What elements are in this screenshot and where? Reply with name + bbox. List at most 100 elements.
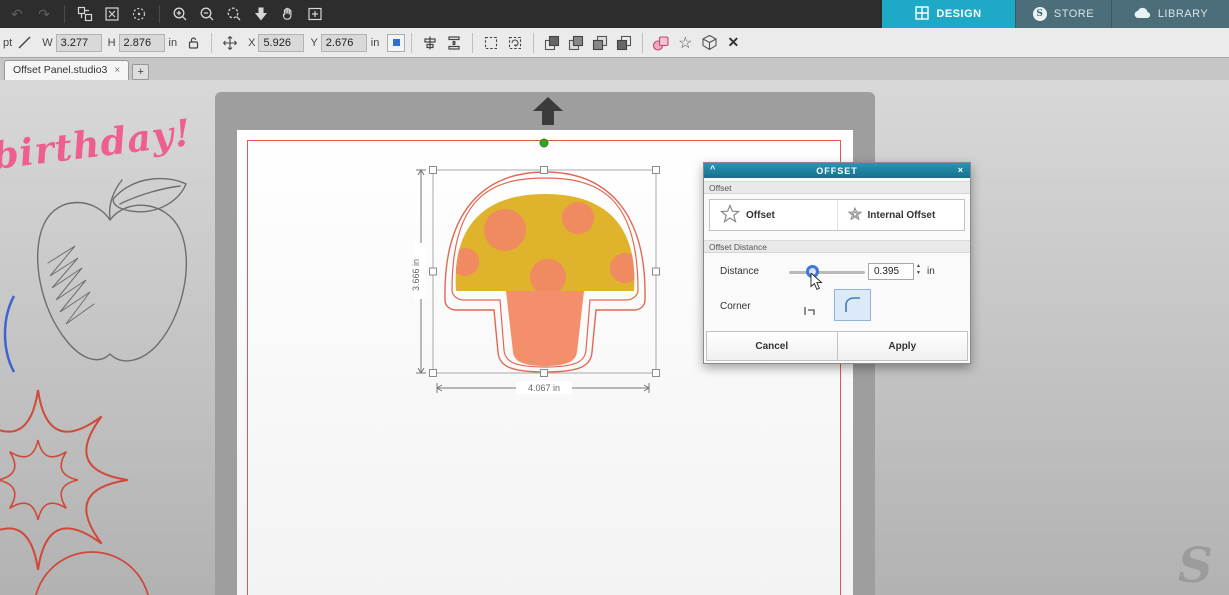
height-input[interactable]: 2.876 (118, 33, 165, 52)
new-document-tab-button[interactable]: + (132, 64, 150, 80)
transfer-properties-icon[interactable] (73, 2, 97, 26)
rotate-frame-icon[interactable] (503, 31, 527, 55)
tab-library-label: LIBRARY (1157, 8, 1209, 20)
offset-type-row: Offset Internal Offset (709, 199, 965, 231)
spinner-up-icon[interactable]: ▲ (916, 263, 921, 269)
zoom-out-icon[interactable] (195, 2, 219, 26)
distance-unit-label: in (927, 266, 935, 277)
spinner-down-icon[interactable]: ▼ (916, 270, 921, 276)
offset-button[interactable]: Offset (710, 200, 837, 230)
corner-round-button[interactable] (834, 289, 871, 321)
separator (411, 32, 413, 53)
send-backward-icon[interactable] (588, 31, 612, 55)
tab-library[interactable]: LIBRARY (1111, 0, 1229, 28)
circle-sketch-artwork[interactable] (22, 538, 162, 595)
apply-button[interactable]: Apply (837, 331, 968, 361)
separator (472, 32, 474, 53)
send-to-back-icon[interactable] (612, 31, 636, 55)
distance-slider-track[interactable] (789, 271, 865, 274)
offset-button-label: Offset (746, 209, 775, 221)
separator (533, 32, 535, 53)
panel-collapse-icon[interactable]: ^ (710, 164, 716, 174)
offset-distance-section-header: Offset Distance (704, 240, 970, 253)
zoom-selection-icon[interactable] (222, 2, 246, 26)
tab-store[interactable]: S STORE (1015, 0, 1111, 28)
document-tab-strip: Offset Panel.studio3 × + (0, 58, 1229, 80)
bring-forward-icon[interactable] (564, 31, 588, 55)
fit-to-page-icon[interactable] (303, 2, 327, 26)
offset-section-header: Offset (704, 181, 970, 194)
internal-offset-star-icon (847, 206, 862, 224)
top-toolbar-left: ↶ ↷ (0, 0, 882, 28)
separator (159, 5, 160, 23)
design-canvas[interactable]: birthday! 3.666 in 4.067 in ^ OFFSET × O… (0, 80, 1229, 595)
bring-to-front-icon[interactable] (540, 31, 564, 55)
offset-panel-header[interactable]: ^ OFFSET × (704, 163, 970, 178)
offset-panel: ^ OFFSET × Offset Offset Internal Offset… (703, 162, 971, 364)
document-tab-label: Offset Panel.studio3 (13, 64, 108, 76)
internal-offset-button[interactable]: Internal Offset (838, 200, 965, 230)
transform-frame-icon[interactable] (479, 31, 503, 55)
x-label: X (248, 36, 256, 49)
distance-value-input[interactable]: 0.395 (868, 263, 914, 280)
design-grid-icon (915, 5, 930, 23)
offset-star-icon (719, 203, 741, 227)
xy-unit-label: in (370, 36, 380, 49)
store-ball-icon: S (1032, 7, 1047, 21)
line-style-icon[interactable] (12, 31, 36, 55)
corner-label: Corner (720, 301, 751, 312)
height-label: H (107, 36, 116, 49)
distance-spinner[interactable]: ▲ ▼ (916, 263, 921, 276)
blue-sketch-artwork[interactable] (0, 292, 16, 376)
y-label: Y (310, 36, 318, 49)
quick-access-toolbar: pt W 3.277 H 2.876 in X 5.926 Y 2.676 in (0, 28, 1229, 58)
y-input[interactable]: 2.676 (320, 33, 367, 52)
separator (211, 32, 213, 53)
redo-icon[interactable]: ↷ (32, 2, 56, 26)
document-tab-close-icon[interactable]: × (114, 65, 120, 76)
selection-overlay: 3.666 in 4.067 in (411, 138, 660, 394)
pt-label: pt (3, 36, 13, 49)
internal-offset-button-label: Internal Offset (867, 209, 936, 221)
width-dim-label: 4.067 in (528, 383, 560, 393)
document-tab[interactable]: Offset Panel.studio3 × (4, 60, 130, 80)
weld-icon[interactable] (649, 31, 673, 55)
separator (642, 32, 644, 53)
panel-action-row: Cancel Apply (706, 331, 968, 361)
mouse-cursor (810, 271, 826, 296)
mushroom-artwork[interactable] (451, 194, 640, 366)
offset-panel-title: OFFSET (816, 165, 858, 176)
top-toolbar-right: DESIGN S STORE LIBRARY (882, 0, 1229, 28)
tab-store-label: STORE (1053, 8, 1095, 20)
distribute-icon[interactable] (442, 31, 466, 55)
panel-close-icon[interactable]: × (958, 165, 964, 175)
apple-sketch-artwork[interactable] (18, 168, 208, 383)
silhouette-studio-app: ↶ ↷ DESIGN S STORE LIBRARY pt W 3.277 H … (0, 0, 1229, 595)
x-input[interactable]: 5.926 (258, 33, 305, 52)
drag-zoom-icon[interactable] (249, 2, 273, 26)
position-anchor-button[interactable] (387, 33, 406, 52)
rotation-handle[interactable] (539, 138, 549, 148)
height-dim-label: 3.666 in (411, 259, 421, 291)
delete-icon[interactable]: ✕ (721, 31, 745, 55)
separator (64, 5, 65, 23)
top-toolbar: ↶ ↷ DESIGN S STORE LIBRARY (0, 0, 1229, 28)
tab-design-label: DESIGN (936, 8, 982, 20)
tab-design[interactable]: DESIGN (882, 0, 1015, 28)
offset-star-icon[interactable]: ☆ (673, 31, 697, 55)
clear-properties-icon[interactable] (100, 2, 124, 26)
select-same-icon[interactable] (127, 2, 151, 26)
zoom-in-icon[interactable] (168, 2, 192, 26)
pan-icon[interactable] (276, 2, 300, 26)
distance-label: Distance (720, 266, 759, 277)
undo-icon[interactable]: ↶ (5, 2, 29, 26)
lock-aspect-icon[interactable] (181, 31, 205, 55)
move-icon[interactable] (218, 31, 242, 55)
corner-sharp-button[interactable] (798, 297, 820, 321)
library-cloud-icon (1133, 6, 1151, 22)
modify-3d-icon[interactable] (697, 31, 721, 55)
width-label: W (42, 36, 53, 49)
width-input[interactable]: 3.277 (55, 33, 102, 52)
cancel-button[interactable]: Cancel (706, 331, 838, 361)
align-icon[interactable] (418, 31, 442, 55)
